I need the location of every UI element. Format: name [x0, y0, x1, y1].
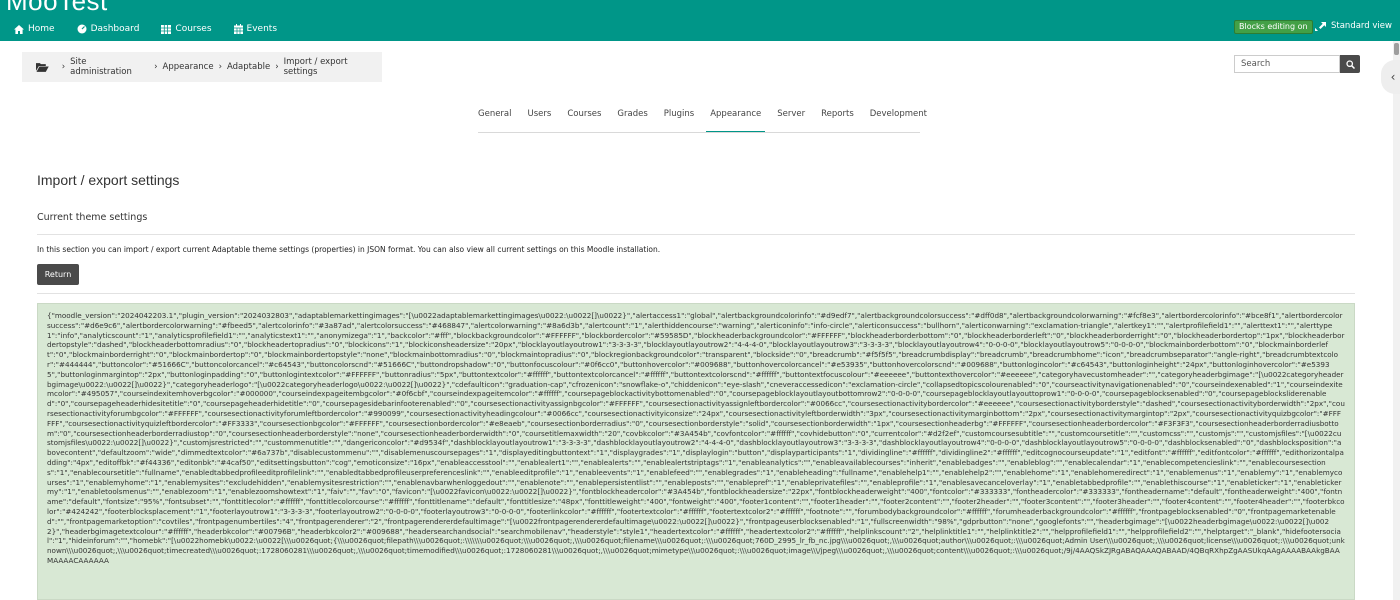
tab-reports[interactable]: Reports	[821, 109, 854, 123]
section-title: Current theme settings	[37, 212, 148, 223]
breadcrumb-separator: ›	[154, 62, 158, 72]
page-scrollbar[interactable]	[1393, 41, 1400, 600]
search-icon	[1345, 59, 1355, 69]
folder-open-icon[interactable]	[36, 62, 49, 72]
tab-appearance[interactable]: Appearance	[706, 109, 766, 133]
scrollbar-thumb[interactable]	[1394, 43, 1399, 55]
breadcrumb-site-administration[interactable]: Site administration	[70, 57, 149, 77]
nav-home-label: Home	[28, 24, 55, 34]
search-input[interactable]: Search	[1234, 55, 1340, 73]
nav-dashboard-label: Dashboard	[90, 24, 140, 34]
breadcrumb-current: Import / export settings	[283, 57, 348, 77]
nav-courses-label: Courses	[175, 24, 212, 34]
tabs-divider	[478, 132, 920, 133]
search-button[interactable]	[1340, 55, 1360, 73]
header-divider	[0, 39, 1400, 41]
nav-events[interactable]: Events	[233, 24, 278, 34]
tab-development[interactable]: Development	[870, 109, 927, 123]
expand-icon	[1315, 21, 1326, 31]
content-divider	[37, 293, 1355, 294]
breadcrumb-separator: ›	[218, 62, 222, 72]
calendar-icon	[233, 24, 243, 34]
chevron-left-icon: ‹	[1390, 70, 1396, 84]
settings-json-panel: {"moodle_version":"2024042203.1","plugin…	[37, 303, 1355, 600]
return-button[interactable]: Return	[37, 264, 79, 285]
dashboard-icon	[77, 24, 87, 34]
tab-grades[interactable]: Grades	[617, 109, 647, 123]
nav-dashboard[interactable]: Dashboard	[77, 24, 140, 34]
nav-home[interactable]: Home	[14, 24, 55, 34]
settings-tabs: General Users Courses Grades Plugins App…	[478, 102, 943, 133]
tab-courses[interactable]: Courses	[567, 109, 601, 123]
tab-general[interactable]: General	[478, 109, 512, 123]
breadcrumb-adaptable[interactable]: Adaptable	[227, 62, 270, 72]
section-divider	[37, 234, 1355, 235]
drawer-toggle-button[interactable]: ‹	[1381, 60, 1400, 94]
page-title: Import / export settings	[37, 172, 180, 188]
breadcrumb-separator: ›	[275, 62, 279, 72]
tab-users[interactable]: Users	[528, 109, 552, 123]
settings-json-text: {"moodle_version":"2024042203.1","plugin…	[47, 311, 1345, 565]
standard-view-button[interactable]: Standard view	[1315, 21, 1392, 31]
breadcrumb: › Site administration › Appearance › Ada…	[22, 52, 382, 82]
breadcrumb-separator: ›	[61, 62, 66, 72]
courses-icon	[161, 24, 172, 34]
intro-text: In this section you can import / export …	[37, 245, 661, 254]
blocks-editing-toggle[interactable]: Blocks editing on	[1234, 20, 1313, 34]
breadcrumb-appearance[interactable]: Appearance	[163, 62, 214, 72]
tab-server[interactable]: Server	[777, 109, 805, 123]
primary-nav: Home Dashboard Courses Events	[14, 20, 299, 38]
tab-plugins[interactable]: Plugins	[664, 109, 694, 123]
home-icon	[14, 24, 24, 34]
top-navbar: MooTest Home Dashboard Courses Events Bl…	[0, 0, 1400, 40]
nav-courses[interactable]: Courses	[161, 24, 212, 34]
standard-view-label: Standard view	[1331, 21, 1392, 31]
site-brand[interactable]: MooTest	[6, 0, 108, 17]
nav-events-label: Events	[246, 24, 278, 34]
